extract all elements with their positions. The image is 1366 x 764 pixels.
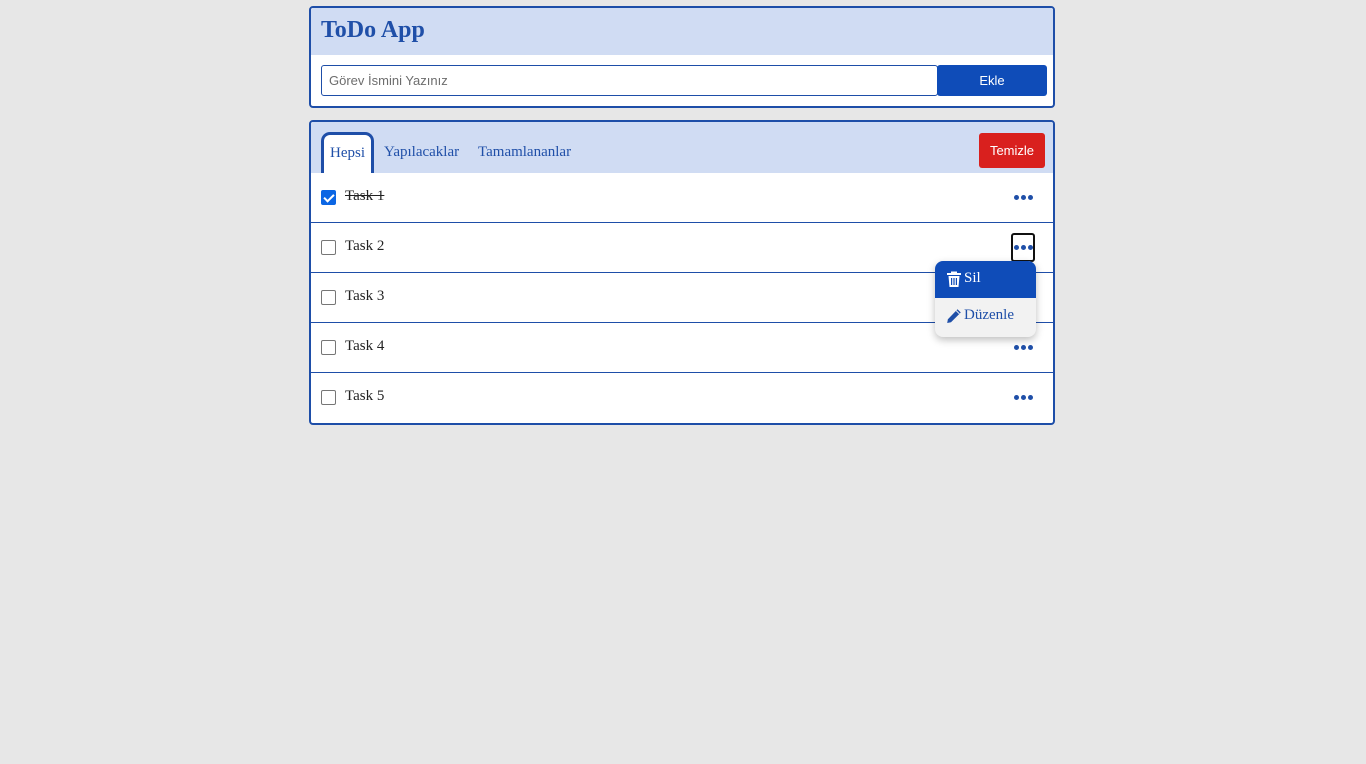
task-checkbox[interactable] bbox=[321, 290, 336, 305]
task-checkbox[interactable] bbox=[321, 240, 336, 255]
delete-menu-item[interactable]: Sil bbox=[935, 261, 1036, 298]
more-options-button[interactable] bbox=[1011, 333, 1035, 362]
trash-icon bbox=[947, 271, 961, 287]
task-label: Task 5 bbox=[345, 388, 385, 404]
task-name-input[interactable] bbox=[321, 65, 938, 96]
more-options-button[interactable] bbox=[1011, 383, 1035, 412]
delete-label: Sil bbox=[964, 270, 981, 286]
tab-todo[interactable]: Yapılacaklar bbox=[378, 132, 465, 173]
more-options-button[interactable] bbox=[1011, 183, 1035, 212]
ellipsis-icon bbox=[1013, 245, 1019, 250]
task-checkbox[interactable] bbox=[321, 340, 336, 355]
task-row: Task 1 bbox=[311, 173, 1053, 223]
clear-button[interactable]: Temizle bbox=[979, 133, 1045, 168]
ellipsis-icon bbox=[1013, 395, 1019, 400]
tab-all[interactable]: Hepsi bbox=[321, 132, 374, 173]
ellipsis-icon bbox=[1013, 195, 1019, 200]
add-button[interactable]: Ekle bbox=[937, 65, 1047, 96]
task-checkbox[interactable] bbox=[321, 390, 336, 405]
task-checkbox[interactable] bbox=[321, 190, 336, 205]
task-label: Task 4 bbox=[345, 338, 385, 354]
task-label: Task 2 bbox=[345, 238, 385, 254]
app-header: ToDo App bbox=[311, 8, 1053, 55]
task-list-card: Hepsi Yapılacaklar Tamamlananlar Temizle… bbox=[309, 120, 1055, 425]
edit-menu-item[interactable]: Düzenle bbox=[935, 298, 1036, 335]
tab-completed[interactable]: Tamamlananlar bbox=[472, 132, 577, 173]
more-options-button[interactable] bbox=[1011, 233, 1035, 262]
filter-bar: Hepsi Yapılacaklar Tamamlananlar Temizle bbox=[311, 122, 1053, 173]
task-context-menu: Sil Düzenle bbox=[935, 261, 1036, 337]
task-row: Task 5 bbox=[311, 373, 1053, 423]
task-label: Task 3 bbox=[345, 288, 385, 304]
app-title: ToDo App bbox=[321, 17, 425, 43]
task-label: Task 1 bbox=[345, 188, 385, 204]
header-card: ToDo App Ekle bbox=[309, 6, 1055, 108]
add-task-form: Ekle bbox=[321, 65, 1047, 97]
edit-label: Düzenle bbox=[964, 307, 1014, 323]
ellipsis-icon bbox=[1013, 345, 1019, 350]
pencil-icon bbox=[947, 309, 961, 323]
